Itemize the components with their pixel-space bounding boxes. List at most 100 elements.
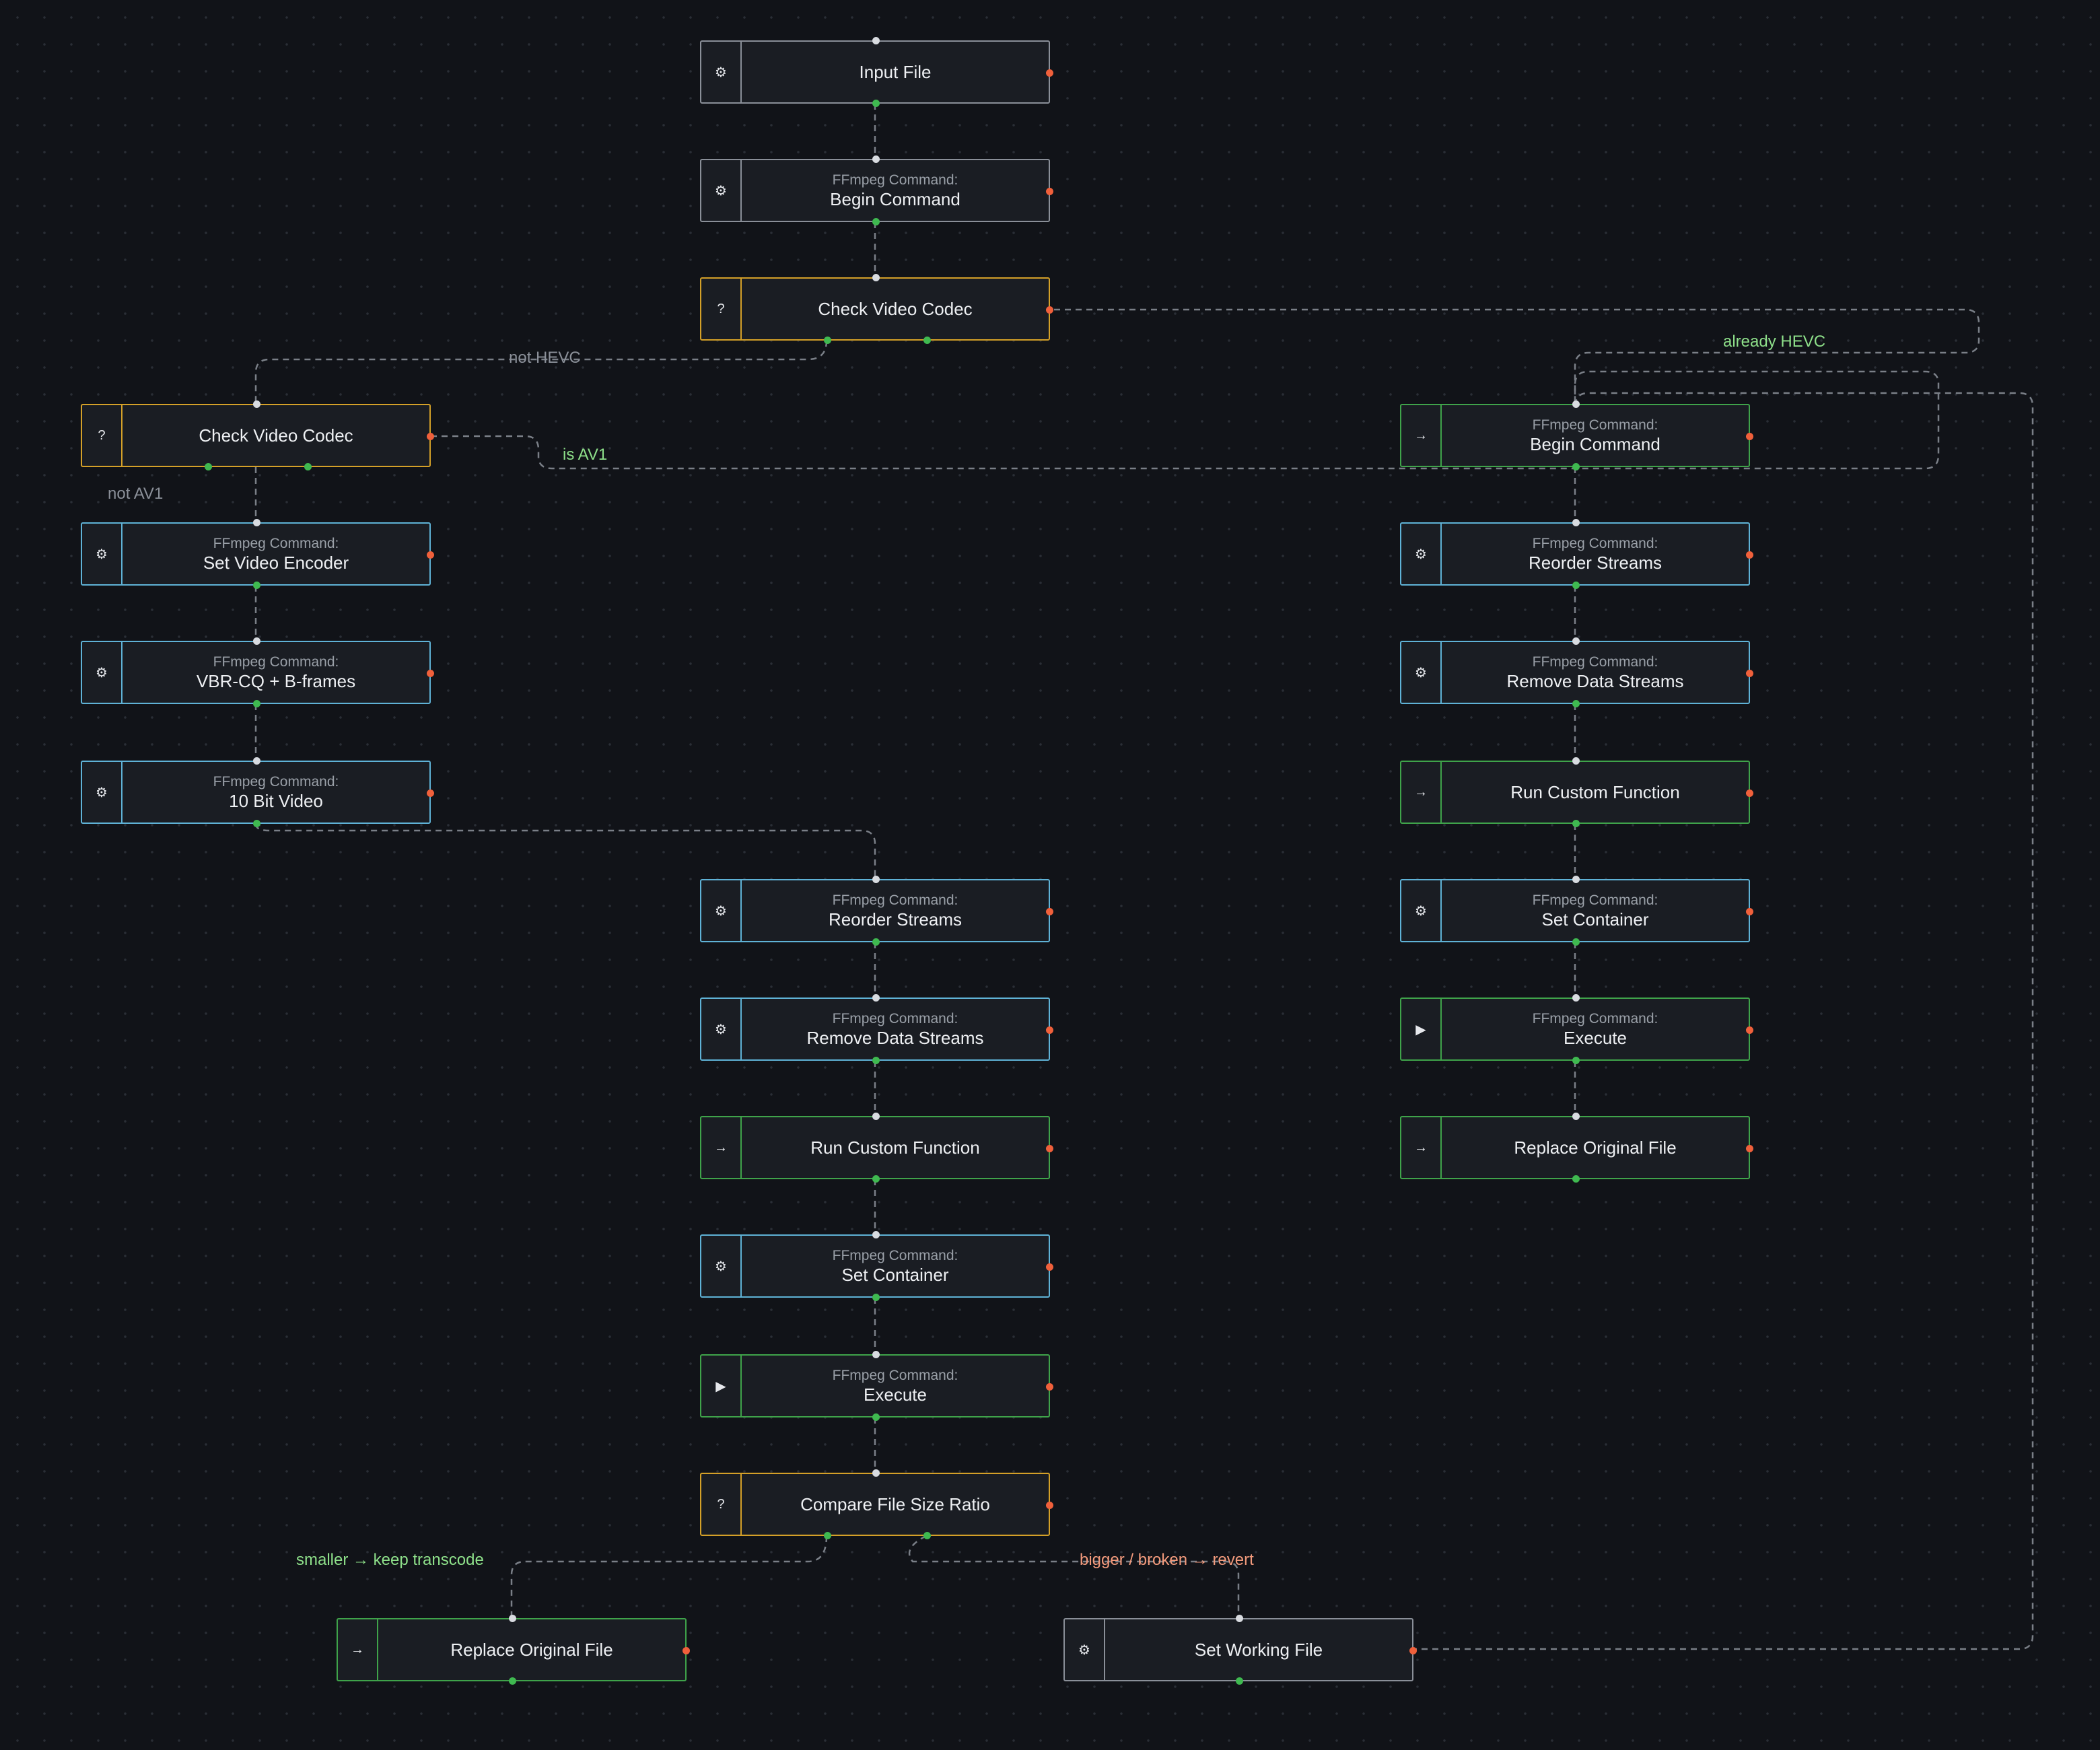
node-right-run-custom-function[interactable]: → Run Custom Function	[1400, 757, 1753, 827]
node-execute[interactable]: ▶ FFmpeg Command: Execute	[700, 1351, 1053, 1421]
input-port[interactable]	[253, 757, 260, 765]
connection-layer	[254, 104, 2034, 1650]
input-port[interactable]	[1572, 519, 1580, 526]
error-port[interactable]	[1046, 1263, 1053, 1271]
input-port[interactable]	[872, 274, 880, 281]
node-check-video-codec[interactable]: ? Check Video Codec	[700, 274, 1053, 344]
error-port[interactable]	[1046, 1145, 1053, 1152]
error-port[interactable]	[427, 551, 434, 559]
node-10-bit-video[interactable]: ⚙ FFmpeg Command: 10 Bit Video	[81, 757, 434, 827]
node-right-reorder-streams[interactable]: ⚙ FFmpeg Command: Reorder Streams	[1400, 519, 1753, 589]
node-set-working-file[interactable]: ⚙ Set Working File	[1063, 1615, 1417, 1685]
input-port[interactable]	[872, 994, 880, 1002]
input-port[interactable]	[872, 155, 880, 163]
input-port[interactable]	[872, 876, 880, 883]
input-port[interactable]	[872, 1113, 880, 1120]
error-port[interactable]	[1046, 1026, 1053, 1034]
output-port[interactable]	[1236, 1677, 1243, 1685]
output-port[interactable]	[253, 820, 260, 827]
edge-label-bigger-revert: bigger / broken → revert	[1080, 1551, 1254, 1569]
input-port[interactable]	[1572, 994, 1580, 1002]
output-port[interactable]	[872, 1057, 880, 1064]
gear-icon: ⚙	[1401, 642, 1442, 703]
input-port[interactable]	[253, 400, 260, 408]
output-port-1[interactable]	[205, 463, 212, 470]
input-port[interactable]	[1236, 1615, 1243, 1622]
input-port[interactable]	[872, 1231, 880, 1238]
error-port[interactable]	[1046, 306, 1053, 314]
error-port[interactable]	[427, 433, 434, 440]
arrow-right-icon: →	[1401, 405, 1442, 466]
input-port[interactable]	[872, 37, 880, 44]
question-icon: ?	[82, 405, 123, 466]
output-port[interactable]	[872, 100, 880, 107]
input-port[interactable]	[1572, 400, 1580, 408]
output-port-1[interactable]	[824, 1532, 831, 1539]
node-replace-original-file-left[interactable]: → Replace Original File	[337, 1615, 690, 1685]
node-right-replace-original-file[interactable]: → Replace Original File	[1400, 1113, 1753, 1183]
output-port-1[interactable]	[824, 337, 831, 344]
output-port[interactable]	[872, 1413, 880, 1421]
input-port[interactable]	[1572, 876, 1580, 883]
output-port[interactable]	[1572, 820, 1580, 827]
node-begin-command[interactable]: ⚙ FFmpeg Command: Begin Command	[700, 155, 1053, 225]
input-port[interactable]	[509, 1615, 516, 1622]
node-run-custom-function[interactable]: → Run Custom Function	[700, 1113, 1053, 1183]
output-port-2[interactable]	[304, 463, 312, 470]
input-port[interactable]	[1572, 637, 1580, 645]
input-port[interactable]	[253, 519, 260, 526]
node-right-set-container[interactable]: ⚙ FFmpeg Command: Set Container	[1400, 876, 1753, 946]
node-right-execute[interactable]: ▶ FFmpeg Command: Execute	[1400, 994, 1753, 1064]
output-port[interactable]	[253, 582, 260, 589]
error-port[interactable]	[1746, 1145, 1753, 1152]
node-vbr-cq[interactable]: ⚙ FFmpeg Command: VBR-CQ + B-frames	[81, 637, 434, 707]
error-port[interactable]	[1046, 188, 1053, 195]
output-port[interactable]	[1572, 1175, 1580, 1183]
output-port[interactable]	[253, 700, 260, 707]
output-port[interactable]	[1572, 1057, 1580, 1064]
error-port[interactable]	[1046, 69, 1053, 77]
error-port[interactable]	[1746, 670, 1753, 677]
error-port[interactable]	[1746, 551, 1753, 559]
node-set-container[interactable]: ⚙ FFmpeg Command: Set Container	[700, 1231, 1053, 1301]
input-port[interactable]	[872, 1351, 880, 1358]
node-right-begin-command[interactable]: → FFmpeg Command: Begin Command	[1400, 400, 1753, 470]
input-port[interactable]	[1572, 757, 1580, 765]
error-port[interactable]	[1046, 908, 1053, 915]
output-port[interactable]	[1572, 938, 1580, 946]
error-port[interactable]	[1746, 790, 1753, 797]
node-input-file[interactable]: ⚙ Input File	[700, 37, 1053, 107]
input-port[interactable]	[872, 1469, 880, 1477]
node-compare-file-size-ratio[interactable]: ? Compare File Size Ratio	[700, 1469, 1053, 1539]
output-port-2[interactable]	[923, 337, 931, 344]
node-title: Run Custom Function	[1510, 782, 1680, 802]
output-port[interactable]	[1572, 582, 1580, 589]
input-port[interactable]	[1572, 1113, 1580, 1120]
output-port[interactable]	[872, 218, 880, 225]
error-port[interactable]	[1046, 1502, 1053, 1509]
output-port[interactable]	[872, 1294, 880, 1301]
error-port[interactable]	[1746, 1026, 1753, 1034]
error-port[interactable]	[1746, 433, 1753, 440]
input-port[interactable]	[253, 637, 260, 645]
output-port[interactable]	[1572, 700, 1580, 707]
error-port[interactable]	[427, 790, 434, 797]
node-right-remove-data-streams[interactable]: ⚙ FFmpeg Command: Remove Data Streams	[1400, 637, 1753, 707]
output-port[interactable]	[872, 1175, 880, 1183]
node-check-video-codec-av1[interactable]: ? Check Video Codec	[81, 400, 434, 470]
node-reorder-streams[interactable]: ⚙ FFmpeg Command: Reorder Streams	[700, 876, 1053, 946]
output-port[interactable]	[509, 1677, 516, 1685]
error-port[interactable]	[427, 670, 434, 677]
error-port[interactable]	[1746, 908, 1753, 915]
output-port-2[interactable]	[923, 1532, 931, 1539]
error-port[interactable]	[1409, 1647, 1417, 1654]
node-set-video-encoder[interactable]: ⚙ FFmpeg Command: Set Video Encoder	[81, 519, 434, 589]
output-port[interactable]	[1572, 463, 1580, 470]
node-title: 10 Bit Video	[229, 791, 323, 811]
output-port[interactable]	[872, 938, 880, 946]
node-subtitle: FFmpeg Command:	[832, 1248, 958, 1263]
node-title: Set Container	[841, 1265, 949, 1285]
error-port[interactable]	[682, 1647, 690, 1654]
error-port[interactable]	[1046, 1383, 1053, 1391]
node-remove-data-streams[interactable]: ⚙ FFmpeg Command: Remove Data Streams	[700, 994, 1053, 1064]
